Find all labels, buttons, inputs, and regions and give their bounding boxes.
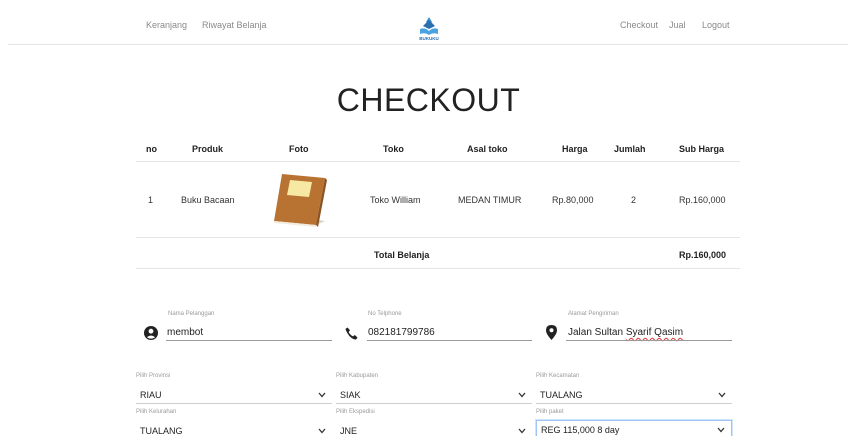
col-header-no: no <box>146 144 157 154</box>
cell-harga: Rp.80,000 <box>552 195 594 205</box>
col-header-asal-toko: Asal toko <box>467 144 508 154</box>
nama-pelanggan-label: Nama Pelanggan <box>168 311 215 317</box>
navbar: Keranjang Riwayat Belanja BUKUKU Checkou… <box>0 0 857 45</box>
col-header-produk: Produk <box>192 144 224 154</box>
alamat-prefix: Jalan Sultan <box>568 327 626 338</box>
no-telphone-label: No Telphone <box>368 311 402 317</box>
cell-sub-harga: Rp.160,000 <box>679 195 726 205</box>
alamat-pengiriman-underline <box>566 340 732 341</box>
table-header-divider <box>136 161 740 162</box>
alamat-pengiriman-label: Alamat Pengiriman <box>568 311 619 317</box>
page-title: CHECKOUT <box>336 82 521 118</box>
chevron-down-icon <box>318 392 326 398</box>
no-telphone-underline <box>367 340 532 341</box>
chevron-down-icon <box>318 428 326 434</box>
brand-name: BUKUKU <box>419 36 439 41</box>
chevron-down-icon <box>518 428 526 434</box>
provinsi-selected-value: RIAU <box>140 390 162 400</box>
provinsi-label: Pilih Provinsi <box>136 373 171 379</box>
kabupaten-selected-value: SIAK <box>340 390 361 400</box>
phone-icon <box>345 327 358 340</box>
ekspedisi-selected-value: JNE <box>340 426 358 436</box>
cell-jumlah: 2 <box>631 195 637 205</box>
alamat-spellcheck-word: Syarif Qasim <box>625 327 684 338</box>
chevron-down-icon <box>718 392 726 398</box>
book-icon <box>274 174 327 227</box>
nav-keranjang-link[interactable]: Keranjang <box>146 20 187 30</box>
col-header-sub-harga: Sub Harga <box>679 144 725 154</box>
kelurahan-label: Pilih Kelurahan <box>136 409 177 415</box>
chevron-down-icon <box>717 427 725 433</box>
kabupaten-label: Pilih Kabupaten <box>336 373 379 379</box>
location-pin-icon <box>546 325 557 340</box>
col-header-jumlah: Jumlah <box>614 144 646 154</box>
cell-no: 1 <box>148 195 154 205</box>
nav-logout-link[interactable]: Logout <box>702 20 730 30</box>
table-row-divider <box>136 237 740 238</box>
kecamatan-label: Pilih Kecamatan <box>536 373 580 379</box>
user-circle-icon <box>144 326 158 340</box>
kelurahan-select[interactable]: TUALANG <box>136 422 332 436</box>
total-belanja-label: Total Belanja <box>374 250 430 260</box>
provinsi-select[interactable]: RIAU <box>136 386 332 404</box>
paket-select[interactable]: REG 115,000 8 day <box>536 420 732 436</box>
nav-jual-link[interactable]: Jual <box>669 20 686 30</box>
ekspedisi-select[interactable]: JNE <box>336 422 532 436</box>
no-telphone-input[interactable]: 082181799786 <box>368 327 435 338</box>
kecamatan-select[interactable]: TUALANG <box>536 386 732 404</box>
nama-pelanggan-underline <box>166 340 332 341</box>
navbar-divider <box>8 44 848 45</box>
chevron-down-icon <box>518 392 526 398</box>
cell-toko: Toko William <box>370 195 421 205</box>
kecamatan-selected-value: TUALANG <box>540 390 583 400</box>
book-logo-icon <box>420 17 438 35</box>
cell-produk: Buku Bacaan <box>181 195 235 205</box>
paket-selected-value: REG 115,000 8 day <box>541 425 620 435</box>
nav-checkout-link[interactable]: Checkout <box>620 20 658 30</box>
paket-label: Pilih paket <box>536 409 564 415</box>
cell-asal-toko: MEDAN TIMUR <box>458 195 522 205</box>
ekspedisi-label: Pilih Ekspedisi <box>336 409 375 415</box>
col-header-harga: Harga <box>562 144 588 154</box>
kelurahan-selected-value: TUALANG <box>140 426 183 436</box>
kabupaten-select[interactable]: SIAK <box>336 386 532 404</box>
col-header-foto: Foto <box>289 144 309 154</box>
table-footer-divider <box>136 268 740 269</box>
alamat-pengiriman-input[interactable]: Jalan Sultan Syarif Qasim <box>568 327 683 338</box>
brand-logo[interactable]: BUKUKU <box>418 15 440 43</box>
nama-pelanggan-input[interactable]: membot <box>167 327 203 338</box>
total-belanja-value: Rp.160,000 <box>679 250 727 260</box>
col-header-toko: Toko <box>383 144 404 154</box>
nav-riwayat-belanja-link[interactable]: Riwayat Belanja <box>202 20 267 30</box>
